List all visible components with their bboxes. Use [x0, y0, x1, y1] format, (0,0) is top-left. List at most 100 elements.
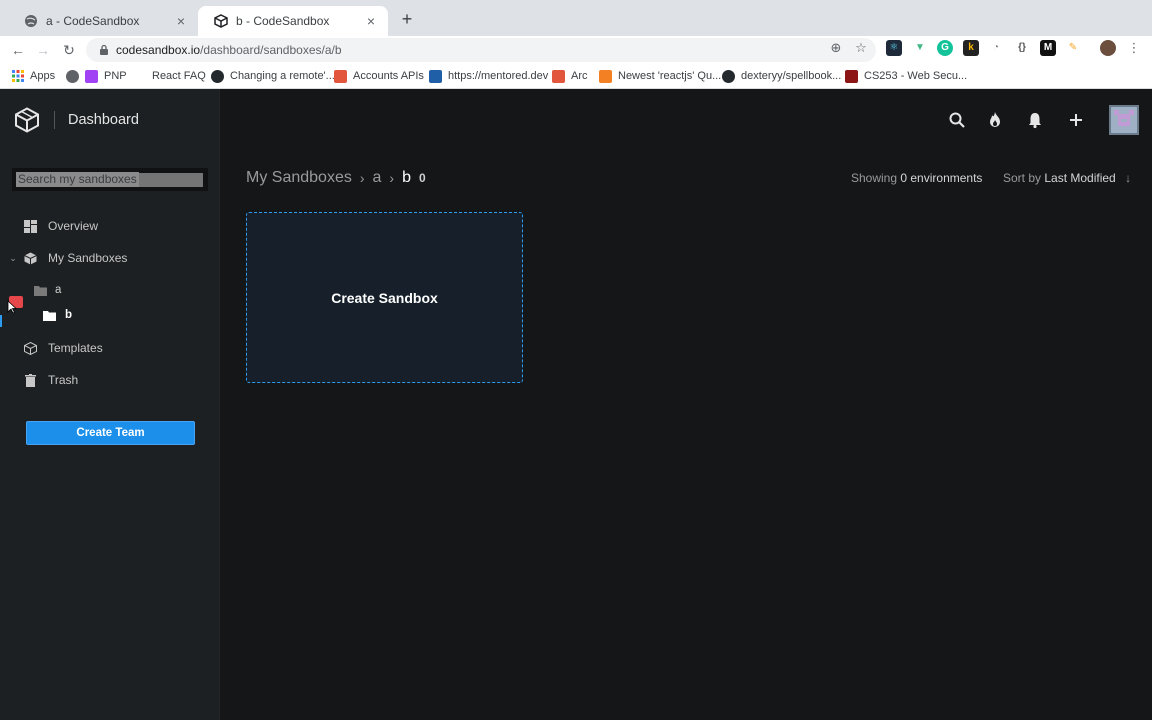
logo-divider — [54, 111, 55, 129]
bookmark-label: dexteryy/spellbook... — [741, 70, 842, 82]
sidebar-item-my-sandboxes[interactable]: ⌄ My Sandboxes — [0, 244, 220, 272]
template-cube-icon — [24, 341, 37, 355]
grammarly-icon[interactable]: G — [937, 40, 953, 56]
folder-item-b[interactable]: b — [43, 305, 72, 325]
sidebar-item-templates[interactable]: Templates — [0, 334, 220, 362]
sandbox-count: 0 — [419, 171, 426, 185]
folder-label: a — [55, 284, 62, 296]
codesandbox-logo-icon[interactable] — [14, 107, 40, 133]
flame-icon[interactable] — [986, 111, 1004, 129]
sidebar-item-label: Trash — [48, 373, 79, 387]
sort-value: Last Modified — [1044, 171, 1116, 185]
breadcrumb-separator-icon: › — [359, 170, 365, 186]
bookmark-label: PNP — [104, 70, 127, 82]
arc-icon — [552, 69, 565, 83]
medium-icon[interactable]: M — [1040, 40, 1056, 56]
bookmark-star-icon[interactable]: ☆ — [853, 40, 869, 56]
back-icon[interactable]: ← — [8, 40, 28, 60]
bookmark-apps[interactable]: Apps — [12, 68, 55, 84]
globe-icon — [24, 14, 38, 28]
active-indicator — [0, 315, 2, 327]
stackoverflow-icon — [599, 69, 612, 83]
forward-icon[interactable]: → — [33, 40, 53, 60]
breadcrumb-current: b — [402, 169, 411, 186]
lock-icon — [100, 44, 108, 55]
timer-extension-icon[interactable]: ◔ — [988, 40, 1004, 56]
bookmark-label: Apps — [30, 70, 56, 82]
close-tab-icon[interactable]: × — [174, 14, 188, 28]
url-host: codesandbox.io — [116, 43, 201, 57]
bookmark-label: https://mentored.dev — [448, 70, 549, 82]
bookmark-label: Changing a remote'... — [230, 70, 335, 82]
globe-icon — [66, 69, 79, 83]
mouse-cursor-icon — [7, 300, 17, 314]
create-team-button[interactable]: Create Team — [26, 421, 195, 445]
bookmark-react-faq[interactable]: React FAQ — [152, 68, 206, 84]
mentored-icon — [429, 69, 442, 83]
breadcrumb-parent[interactable]: a — [373, 169, 382, 187]
showing-count: Showing 0 environments — [851, 171, 982, 185]
bookmark-accounts-apis[interactable]: Accounts APIs — [334, 68, 424, 84]
install-app-icon[interactable]: ⊕ — [828, 40, 844, 56]
react-devtools-icon[interactable]: ⚛ — [886, 40, 902, 56]
folder-label: b — [65, 309, 73, 321]
plus-icon[interactable] — [1067, 111, 1085, 129]
bookmark-cs253[interactable]: CS253 - Web Secu... — [845, 68, 967, 84]
bookmark-mentored[interactable]: https://mentored.dev — [429, 68, 548, 84]
reload-icon[interactable]: ↻ — [59, 40, 79, 60]
folder-icon — [43, 310, 56, 321]
github-icon — [211, 69, 224, 83]
breadcrumb-root[interactable]: My Sandboxes — [246, 169, 352, 187]
codesandbox-icon — [214, 14, 228, 28]
sidebar: Dashboard Search my sandboxes Overview ⌄… — [0, 89, 220, 720]
browser-tab-b[interactable]: b - CodeSandbox × — [198, 6, 388, 36]
browser-menu-icon[interactable]: ⋮ — [1126, 40, 1142, 56]
trash-icon — [25, 373, 36, 387]
vue-devtools-icon[interactable]: ▼ — [912, 40, 928, 56]
pnp-icon — [85, 69, 98, 83]
bookmark-label: React FAQ — [152, 70, 206, 82]
sort-dropdown[interactable]: Sort by Last Modified ↓ — [1003, 171, 1131, 185]
bookmark-label: Arc — [571, 70, 588, 82]
close-tab-icon[interactable]: × — [364, 14, 378, 28]
bell-icon[interactable] — [1026, 111, 1044, 129]
sidebar-item-trash[interactable]: Trash — [0, 366, 220, 394]
bookmark-spellbook[interactable]: dexteryy/spellbook... — [722, 68, 841, 84]
folder-icon — [34, 285, 47, 296]
avatar-pattern-icon — [1111, 107, 1137, 133]
bookmark-label: CS253 - Web Secu... — [864, 70, 968, 82]
json-extension-icon[interactable]: {} — [1014, 40, 1030, 56]
profile-avatar-icon[interactable] — [1100, 40, 1116, 56]
sidebar-item-label: Templates — [48, 341, 103, 355]
browser-toolbar: ← → ↻ codesandbox.io/dashboard/sandboxes… — [0, 36, 1152, 64]
sidebar-item-label: My Sandboxes — [48, 251, 128, 265]
folder-item-a[interactable]: a — [34, 280, 61, 300]
bookmark-arc[interactable]: Arc — [552, 68, 588, 84]
user-avatar[interactable] — [1109, 105, 1139, 135]
bookmark-changing-remote[interactable]: Changing a remote'... — [211, 68, 335, 84]
bookmark-label: Accounts APIs — [353, 70, 424, 82]
overview-grid-icon — [24, 219, 37, 233]
sandbox-cube-icon — [24, 252, 37, 264]
showing-value: 0 environments — [900, 171, 983, 185]
search-icon[interactable] — [948, 111, 966, 129]
url-path: /dashboard/sandboxes/a/b — [200, 43, 342, 57]
sidebar-item-overview[interactable]: Overview — [0, 212, 220, 240]
app-title: Dashboard — [68, 112, 139, 128]
bookmark-label: Newest 'reactjs' Qu... — [618, 70, 722, 82]
accounts-icon — [334, 69, 347, 83]
browser-tab-title: b - CodeSandbox — [236, 14, 330, 28]
highlighter-extension-icon[interactable]: ✎ — [1065, 40, 1081, 56]
chevron-down-icon[interactable]: ⌄ — [8, 253, 18, 263]
create-sandbox-label: Create Sandbox — [331, 289, 438, 306]
search-placeholder-text: Search my sandboxes — [16, 172, 139, 187]
new-tab-icon[interactable]: + — [398, 10, 416, 28]
browser-tab-a[interactable]: a - CodeSandbox × — [8, 6, 198, 36]
bookmark-stackoverflow[interactable]: Newest 'reactjs' Qu... — [599, 68, 721, 84]
breadcrumb-separator-icon: › — [389, 170, 395, 186]
bookmark-pnp[interactable]: PNP — [66, 68, 127, 84]
k-extension-icon[interactable]: k — [963, 40, 979, 56]
create-sandbox-card[interactable]: Create Sandbox — [246, 212, 523, 383]
address-bar[interactable]: codesandbox.io/dashboard/sandboxes/a/b — [86, 38, 876, 62]
codesandbox-dashboard: Dashboard Search my sandboxes Overview ⌄… — [0, 89, 1152, 720]
